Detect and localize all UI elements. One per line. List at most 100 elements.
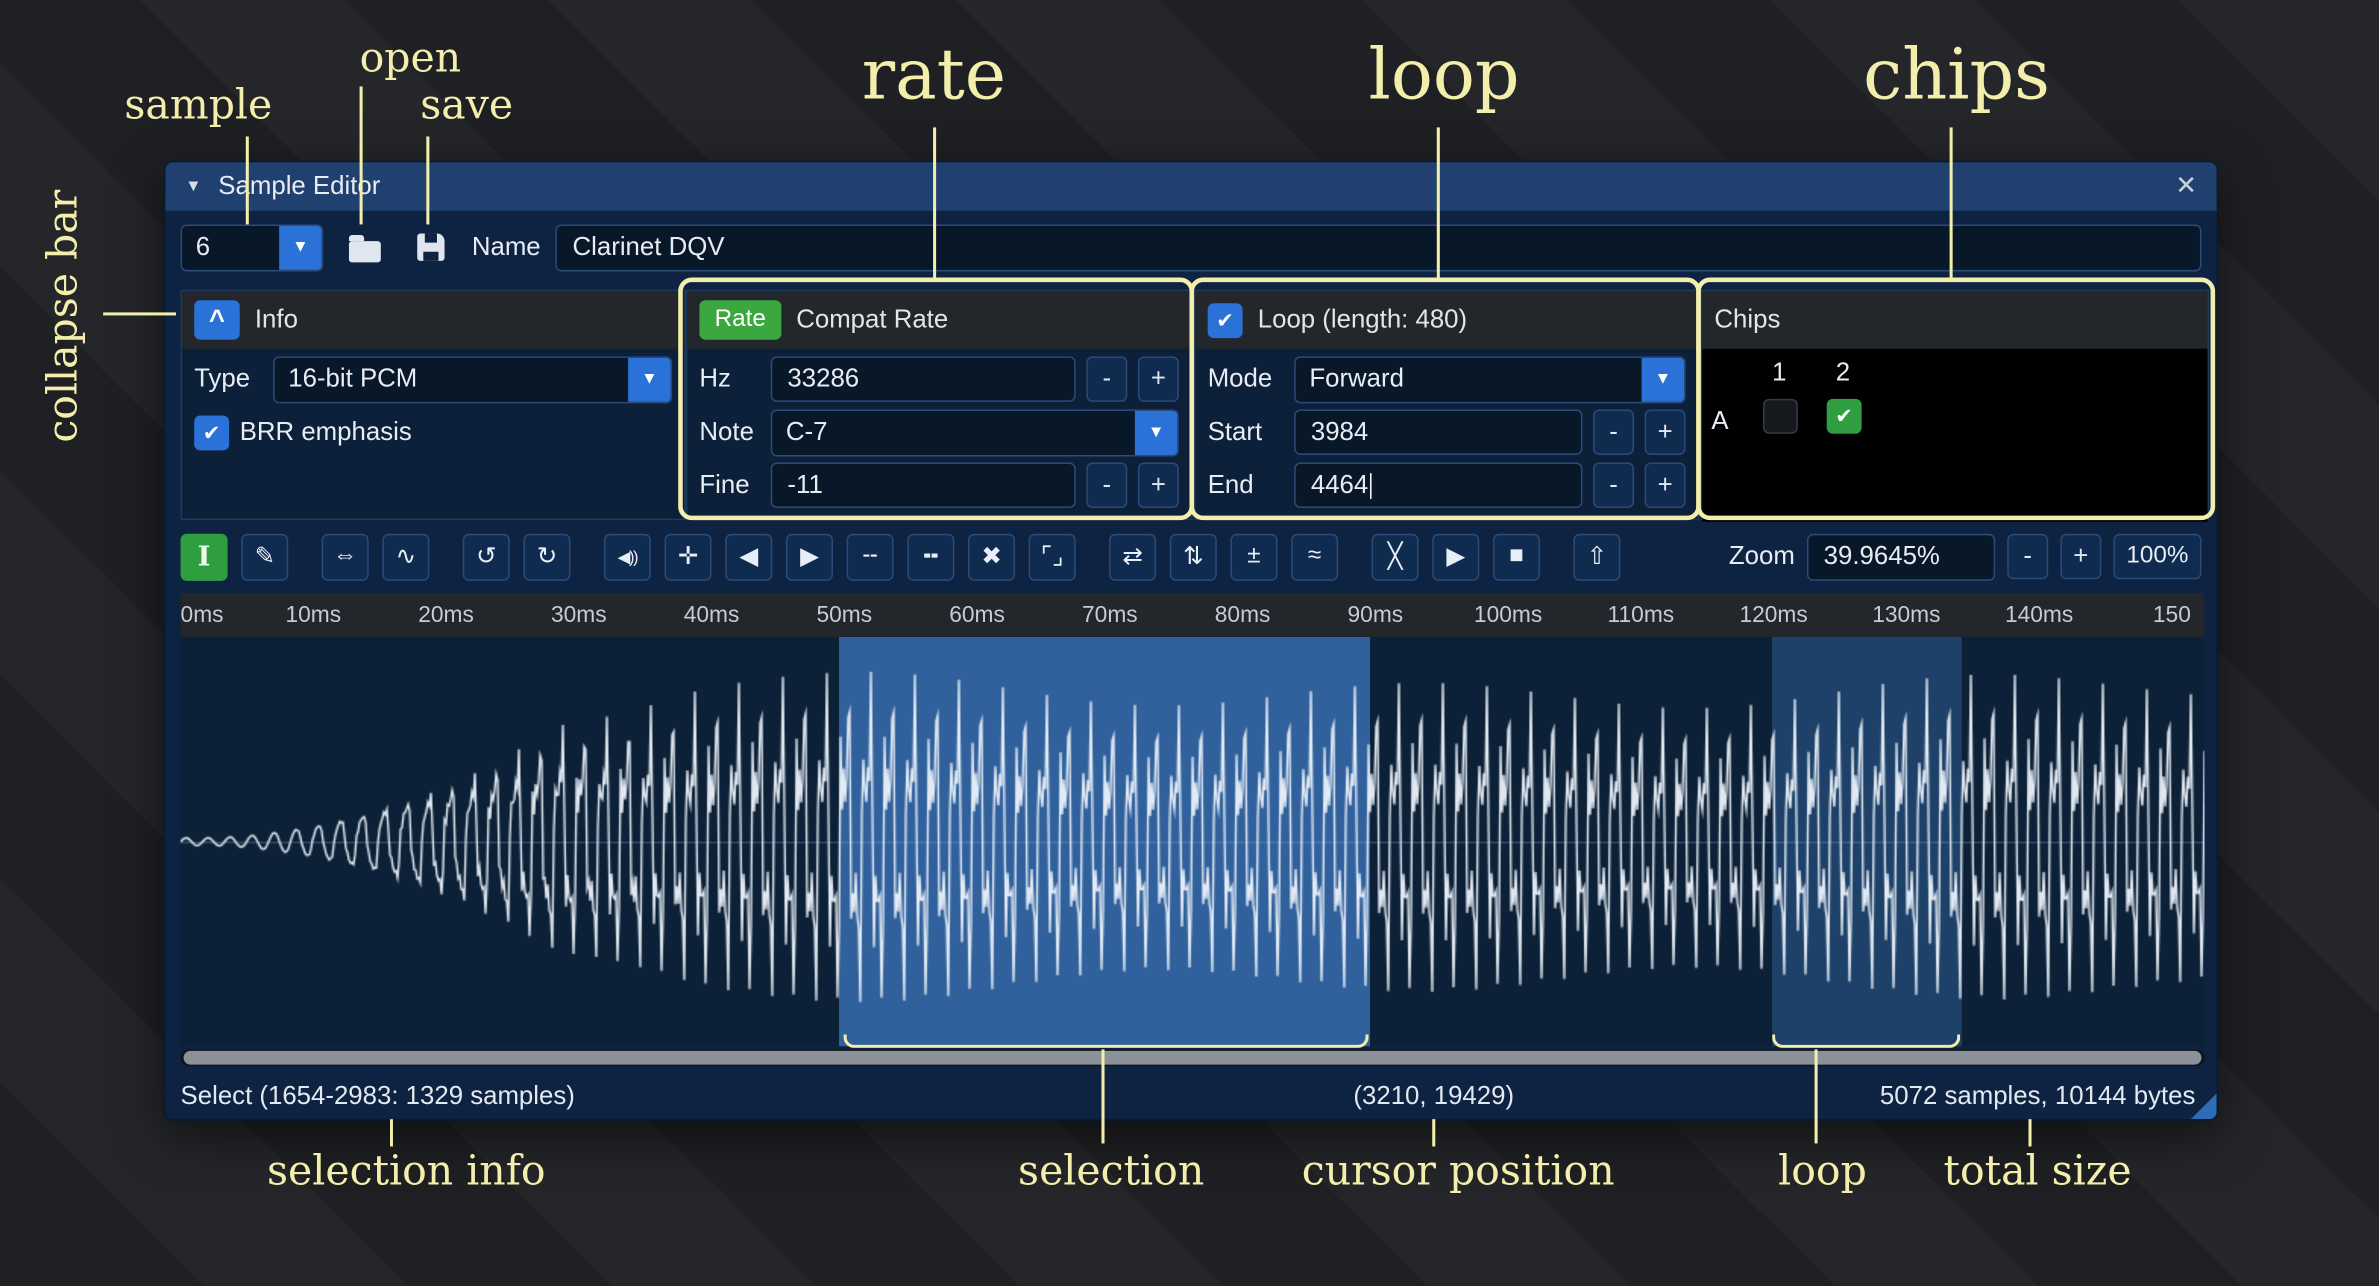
- undo-button[interactable]: ↺: [463, 533, 510, 580]
- name-value: Clarinet DQV: [573, 232, 725, 262]
- zoom-in-button[interactable]: +: [2060, 534, 2101, 579]
- loop-start-minus-button[interactable]: -: [1593, 409, 1634, 454]
- close-icon[interactable]: ✕: [2175, 171, 2197, 201]
- annotation-line-loop-region: [1815, 1049, 1818, 1143]
- preview-button[interactable]: ▶: [1432, 533, 1479, 580]
- fine-minus-button[interactable]: -: [1086, 463, 1127, 508]
- annotation-line-chips: [1950, 127, 1953, 277]
- filter-button[interactable]: ≈: [1291, 533, 1338, 580]
- resize-grip[interactable]: [2191, 1093, 2217, 1119]
- annotation-line-rate: [933, 127, 936, 277]
- scrollbar-thumb[interactable]: [184, 1051, 2202, 1065]
- text-cursor: [1370, 472, 1372, 498]
- annotation-cursor-position: cursor position: [1302, 1148, 1615, 1195]
- timeline-tick: 150: [2153, 602, 2191, 628]
- triangle-right-icon: ▶: [800, 541, 819, 571]
- reverse-button[interactable]: ⇄: [1109, 533, 1156, 580]
- loop-start-value: 3984: [1311, 417, 1368, 447]
- chip-1-checkbox[interactable]: [1763, 399, 1798, 434]
- select-tool-button[interactable]: I: [181, 533, 228, 580]
- insert-silence-button[interactable]: ╌: [847, 533, 894, 580]
- hz-value: 33286: [787, 364, 859, 394]
- filter-wave-icon: ≈: [1308, 543, 1321, 570]
- toolbar: I ✎ ⇔ ∿ ↺ ↻ ◀)) ✛ ◀ ▶ ╌ ╍ ✖ ⌜⌟ ⇄ ⇅ ± ≈ ╳…: [181, 532, 2202, 581]
- zoom-reset-button[interactable]: 100%: [2113, 534, 2201, 579]
- selection-info-text: Select (1654-2983: 1329 samples): [181, 1081, 575, 1111]
- waveform-display[interactable]: [181, 637, 2205, 1046]
- fade-out-button[interactable]: ▶: [786, 533, 833, 580]
- stop-preview-button[interactable]: ■: [1493, 533, 1540, 580]
- open-folder-icon: [348, 240, 380, 261]
- chip-2-checkbox[interactable]: ✔: [1827, 399, 1862, 434]
- fade-in-button[interactable]: ◀: [725, 533, 772, 580]
- name-input[interactable]: Clarinet DQV: [556, 224, 2202, 271]
- annotation-selection-info: selection info: [267, 1148, 546, 1195]
- invert-button[interactable]: ⇅: [1170, 533, 1217, 580]
- annotation-open: open: [360, 35, 462, 82]
- chip-row-label: A: [1711, 406, 1728, 436]
- save-button[interactable]: [405, 224, 457, 271]
- normalize-button[interactable]: ✛: [665, 533, 712, 580]
- type-dropdown[interactable]: 16-bit PCM ▼: [273, 356, 672, 403]
- resample-button[interactable]: ∿: [382, 533, 429, 580]
- annotation-line-collapse-bar: [103, 312, 176, 315]
- rate-panel-title: Compat Rate: [796, 305, 948, 335]
- loop-end-minus-button[interactable]: -: [1593, 463, 1634, 508]
- save-floppy-icon: [417, 234, 444, 261]
- annotation-chips: chips: [1863, 33, 2050, 115]
- brr-emphasis-checkbox[interactable]: ✔: [194, 415, 229, 450]
- open-button[interactable]: [338, 224, 390, 271]
- hz-plus-button[interactable]: +: [1138, 356, 1179, 401]
- note-value: C-7: [772, 410, 1135, 454]
- titlebar[interactable]: ▼ Sample Editor ✕: [165, 162, 2216, 211]
- hz-input[interactable]: 33286: [771, 356, 1076, 401]
- hz-minus-button[interactable]: -: [1086, 356, 1127, 401]
- crossfade-button[interactable]: ╳: [1372, 533, 1419, 580]
- flip-vertical-icon: ⇅: [1183, 541, 1203, 571]
- fine-plus-button[interactable]: +: [1138, 463, 1179, 508]
- loop-end-plus-button[interactable]: +: [1645, 463, 1686, 508]
- create-wavetable-button[interactable]: ⇧: [1573, 533, 1620, 580]
- window-collapse-icon[interactable]: ▼: [185, 177, 202, 195]
- loop-start-plus-button[interactable]: +: [1645, 409, 1686, 454]
- timeline-ruler: 0ms10ms20ms30ms40ms50ms60ms70ms80ms90ms1…: [181, 593, 2205, 637]
- sign-button[interactable]: ±: [1230, 533, 1277, 580]
- sample-number-dropdown[interactable]: 6 ▼: [181, 224, 324, 271]
- loop-end-value: 4464: [1311, 470, 1368, 500]
- annotation-selection: selection: [1018, 1148, 1204, 1195]
- note-dropdown[interactable]: C-7 ▼: [771, 409, 1179, 456]
- name-label: Name: [472, 232, 541, 262]
- zoom-input[interactable]: 39.9645%: [1807, 533, 1995, 580]
- apply-silence-button[interactable]: ╍: [907, 533, 954, 580]
- timeline-tick: 70ms: [1082, 602, 1138, 628]
- collapse-bar-button[interactable]: ^: [194, 300, 240, 339]
- loop-mode-dropdown[interactable]: Forward ▼: [1294, 356, 1685, 403]
- fine-input[interactable]: -11: [771, 463, 1076, 508]
- loop-start-input[interactable]: 3984: [1294, 409, 1582, 454]
- rate-button[interactable]: Rate: [699, 300, 781, 339]
- timeline-tick: 110ms: [1608, 602, 1675, 628]
- loop-end-input[interactable]: 4464: [1294, 463, 1582, 508]
- amplify-button[interactable]: ◀)): [604, 533, 651, 580]
- trim-button[interactable]: ⌜⌟: [1029, 533, 1076, 580]
- type-label: Type: [194, 364, 262, 394]
- horizontal-scrollbar[interactable]: [181, 1049, 2205, 1066]
- delete-button[interactable]: ✖: [968, 533, 1015, 580]
- draw-tool-button[interactable]: ✎: [241, 533, 288, 580]
- timeline-tick: 80ms: [1215, 602, 1271, 628]
- chips-panel-header: Chips: [1702, 291, 2207, 349]
- annotation-loop: loop: [1369, 33, 1520, 115]
- resample-wave-icon: ∿: [396, 541, 416, 571]
- timeline-tick: 60ms: [949, 602, 1005, 628]
- timeline-tick: 40ms: [684, 602, 740, 628]
- zoom-out-button[interactable]: -: [2007, 534, 2048, 579]
- chips-panel-title: Chips: [1714, 305, 1780, 335]
- resize-button[interactable]: ⇔: [322, 533, 369, 580]
- annotation-collapse-bar: collapse bar: [40, 165, 87, 468]
- selection-bracket: [844, 1034, 1369, 1048]
- arrows-cross-icon: ✛: [678, 541, 698, 571]
- loop-checkbox[interactable]: ✔: [1208, 303, 1243, 338]
- redo-button[interactable]: ↻: [523, 533, 570, 580]
- zoom-value: 39.9645%: [1824, 541, 1940, 571]
- annotation-total-size: total size: [1944, 1148, 2132, 1195]
